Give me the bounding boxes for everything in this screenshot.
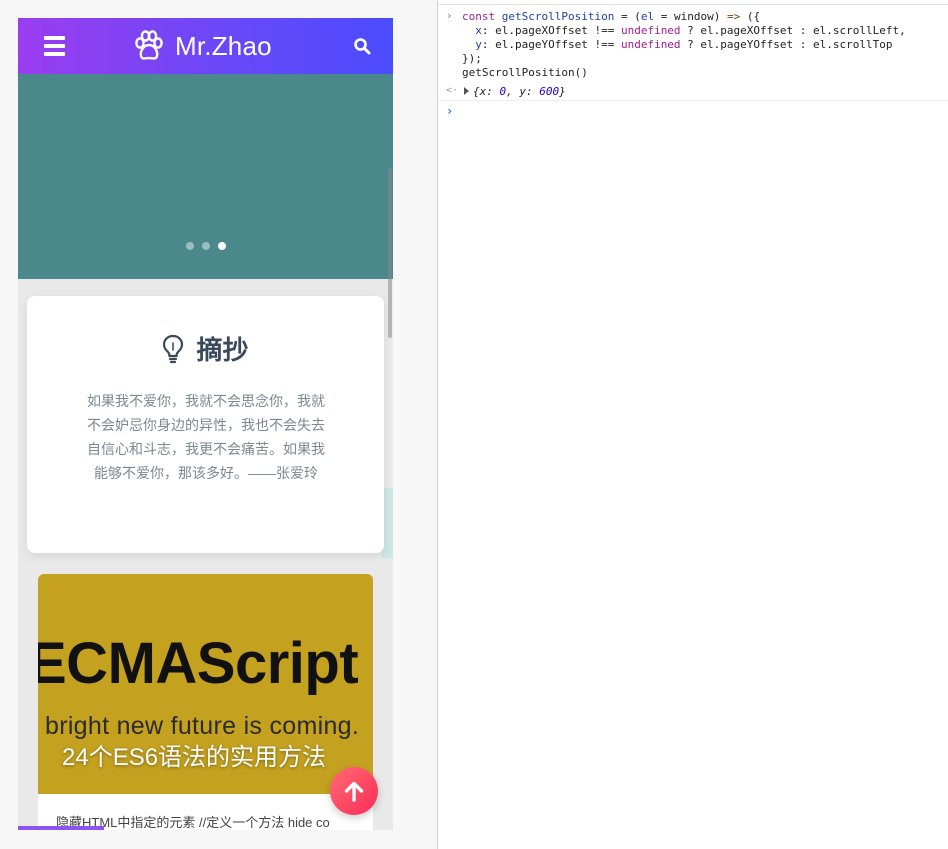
result-object: {x: 0, y: 600} <box>473 85 566 98</box>
code-line: y: el.pageYOffset !== undefined ? el.pag… <box>475 38 893 51</box>
expand-triangle-icon[interactable] <box>464 87 469 95</box>
console-input-prompt[interactable]: › <box>446 104 453 118</box>
code-line: getScrollPosition() <box>462 66 588 79</box>
scroll-to-top-button[interactable] <box>330 767 378 815</box>
reading-progress-bar <box>18 826 104 830</box>
carousel-dot[interactable] <box>186 242 194 250</box>
code-line: }); <box>462 52 482 65</box>
mobile-viewport: Mr.Zhao 摘抄 如果我不爱你，我就不会思念你，我就不会妒忌你身边的异性，我… <box>18 18 393 830</box>
quote-text: 如果我不爱你，我就不会思念你，我就不会妒忌你身边的异性，我也不会失去自信心和斗志… <box>87 393 325 481</box>
cover-heading: ECMAScript <box>38 631 359 696</box>
site-title: Mr.Zhao <box>175 30 272 61</box>
result-y: 600 <box>539 85 560 98</box>
post-cover-image[interactable]: ECMAScript bright new future is coming. … <box>38 574 373 794</box>
console-result-entry[interactable]: <· {x: 0, y: 600} <box>438 83 948 101</box>
chevron-right-icon: › <box>446 9 453 22</box>
arrow-up-icon <box>344 781 364 802</box>
brand[interactable]: Mr.Zhao <box>132 18 272 74</box>
menu-icon[interactable] <box>44 36 65 56</box>
screen: Mr.Zhao 摘抄 如果我不爱你，我就不会思念你，我就不会妒忌你身边的异性，我… <box>0 0 948 849</box>
site-header: Mr.Zhao <box>18 18 393 74</box>
page-scrollbar[interactable] <box>388 168 392 338</box>
lightbulb-icon <box>163 334 184 363</box>
post-title[interactable]: 24个ES6语法的实用方法 <box>62 737 326 772</box>
quote-card-title: 摘抄 <box>196 335 249 365</box>
search-icon[interactable] <box>353 37 371 55</box>
carousel-dot[interactable] <box>202 242 210 250</box>
console-toolbar-edge <box>438 4 948 5</box>
code-line: const getScrollPosition = (el = window) … <box>462 10 761 23</box>
result-arrow-icon: <· <box>446 85 459 96</box>
paw-icon <box>135 30 163 60</box>
post-card[interactable]: ECMAScript bright new future is coming. … <box>38 574 373 830</box>
carousel-dot-active[interactable] <box>218 242 226 250</box>
post-body: 隐藏HTML中指定的元素 //定义一个方法 hide co <box>38 794 373 830</box>
carousel-indicators <box>186 242 226 250</box>
code-line: x: el.pageXOffset !== undefined ? el.pag… <box>475 24 906 37</box>
result-x: 0 <box>499 85 507 98</box>
devtools-console: › const getScrollPosition = (el = window… <box>438 0 948 849</box>
quote-card: 摘抄 如果我不爱你，我就不会思念你，我就不会妒忌你身边的异性，我也不会失去自信心… <box>27 296 384 553</box>
quote-card-header: 摘抄 <box>27 330 384 367</box>
